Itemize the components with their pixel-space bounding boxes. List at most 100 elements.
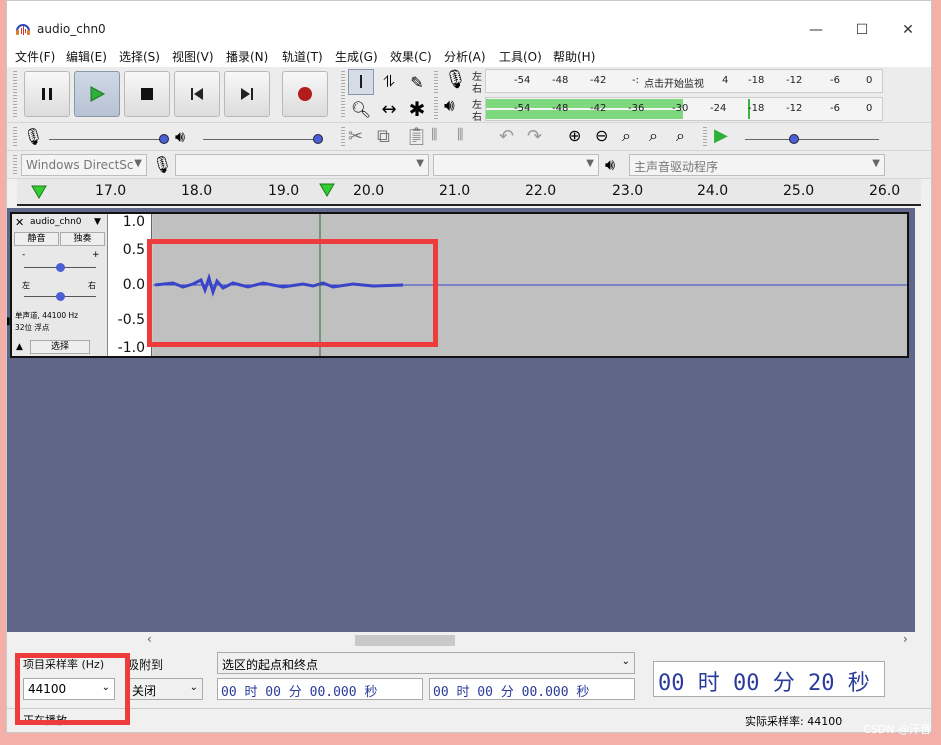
menu-select[interactable]: 选择(S): [119, 48, 160, 65]
paste-icon[interactable]: 📋︎: [405, 126, 428, 147]
start-monitoring-link[interactable]: 点击开始监视: [644, 75, 704, 90]
zoom-in-icon[interactable]: ⊕: [568, 126, 581, 145]
menu-analyze[interactable]: 分析(A): [444, 48, 486, 65]
play-speed-slider[interactable]: [745, 134, 879, 144]
gain-slider[interactable]: [24, 263, 96, 272]
selection-mode-select[interactable]: 选区的起点和终点 ⌄: [217, 652, 635, 674]
skip-start-button[interactable]: [174, 71, 220, 117]
scroll-left-icon[interactable]: ‹: [147, 632, 152, 646]
stop-button[interactable]: [124, 71, 170, 117]
envelope-tool[interactable]: ⥮: [376, 69, 402, 95]
audio-host-select[interactable]: Windows DirectSc ▼: [21, 154, 147, 176]
toolbar-grip[interactable]: [13, 71, 17, 119]
speaker-icon[interactable]: 🔊︎: [444, 96, 455, 116]
play-button[interactable]: [74, 71, 120, 117]
zoom-out-icon[interactable]: ⊖: [595, 126, 608, 145]
gain-thumb[interactable]: [56, 263, 65, 272]
redo-icon[interactable]: ↷: [527, 126, 542, 147]
envelope-icon: ⥮: [383, 72, 395, 91]
mixer-grip[interactable]: [13, 127, 17, 147]
record-volume-thumb[interactable]: [159, 134, 169, 144]
menu-transport[interactable]: 播录(N): [226, 48, 268, 65]
record-button[interactable]: [282, 71, 328, 117]
audio-position-time[interactable]: 00 时 00 分 20 秒: [653, 661, 885, 697]
mute-button[interactable]: 静音: [14, 232, 59, 246]
playback-volume-thumb[interactable]: [313, 134, 323, 144]
play-speed-thumb[interactable]: [789, 134, 799, 144]
time-shift-tool[interactable]: ↔: [376, 96, 402, 122]
track-area[interactable]: ✕ audio_chn0 ▼ 静音 独奏 - + 左 右 单声道, 44100 …: [7, 208, 915, 632]
play-speed-grip[interactable]: [703, 127, 707, 147]
rec-tick: -54: [514, 75, 531, 86]
draw-tool[interactable]: ✎: [404, 69, 430, 95]
menu-file[interactable]: 文件(F): [15, 48, 55, 65]
copy-icon[interactable]: ⧉: [377, 126, 390, 147]
snap-to-select[interactable]: 关闭 ⌄: [127, 678, 203, 700]
timeline-ruler[interactable]: 17.0 18.0 19.0 20.0 21.0 22.0 23.0 24.0 …: [17, 179, 921, 206]
scroll-right-icon[interactable]: ›: [903, 632, 908, 646]
play-region-start-icon[interactable]: [31, 185, 47, 199]
playback-meter[interactable]: -54 -48 -42 -36 -30 -24 -18 -12 -6 0: [485, 97, 883, 121]
menu-effect[interactable]: 效果(C): [390, 48, 432, 65]
amplitude-label: 0.5: [122, 242, 145, 258]
menu-generate[interactable]: 生成(G): [335, 48, 378, 65]
play-meter-grip[interactable]: [434, 97, 438, 119]
device-grip[interactable]: [13, 155, 17, 175]
menu-view[interactable]: 视图(V): [172, 48, 214, 65]
solo-button[interactable]: 独奏: [60, 232, 105, 246]
title-bar: audio_chn0 — ☐ ✕: [7, 1, 931, 45]
gain-minus-label: -: [22, 250, 26, 260]
recording-meter[interactable]: -54 -48 -42 -: 点击开始监视 4 -18 -12 -6 0: [485, 69, 883, 93]
fit-selection-icon[interactable]: ⌕: [622, 126, 631, 146]
pan-slider[interactable]: [24, 292, 96, 301]
zoom-toggle-icon[interactable]: ⌕: [676, 126, 685, 146]
fit-project-icon[interactable]: ⌕: [649, 126, 658, 146]
magnifier-icon: 🔍︎: [350, 99, 372, 119]
tools-grip[interactable]: [341, 71, 345, 119]
selection-start-time[interactable]: 00 时 00 分 00.000 秒: [217, 678, 423, 700]
play-at-speed-icon[interactable]: ▶: [714, 125, 728, 146]
minimize-button[interactable]: —: [793, 17, 839, 43]
select-track-button[interactable]: 选择: [30, 340, 90, 354]
multi-tool[interactable]: ✱: [404, 96, 430, 122]
menu-tracks[interactable]: 轨道(T): [282, 48, 323, 65]
close-track-icon[interactable]: ✕: [15, 216, 24, 229]
close-button[interactable]: ✕: [885, 17, 931, 43]
recording-channels-select[interactable]: ▼: [433, 154, 599, 176]
horizontal-scrollbar[interactable]: ‹ ›: [7, 632, 915, 648]
undo-icon[interactable]: ↶: [499, 126, 514, 147]
ruler-label: 18.0: [181, 183, 213, 199]
silence-icon[interactable]: ⫼: [457, 127, 463, 143]
edit-grip[interactable]: [341, 127, 345, 147]
menu-tools[interactable]: 工具(O): [499, 48, 542, 65]
menu-help[interactable]: 帮助(H): [553, 48, 595, 65]
rec-meter-grip[interactable]: [434, 71, 438, 93]
vertical-scrollbar[interactable]: [915, 208, 931, 632]
playback-volume-slider[interactable]: [203, 134, 323, 144]
play-tick: -48: [552, 103, 569, 114]
collapse-icon[interactable]: ▲: [16, 342, 23, 352]
play-icon: [90, 86, 106, 102]
trim-icon[interactable]: ⫼: [431, 127, 437, 143]
audio-track[interactable]: ✕ audio_chn0 ▼ 静音 独奏 - + 左 右 单声道, 44100 …: [10, 212, 909, 358]
horizontal-scroll-thumb[interactable]: [355, 635, 455, 646]
selection-end-time[interactable]: 00 时 00 分 00.000 秒: [429, 678, 635, 700]
menu-edit[interactable]: 编辑(E): [66, 48, 107, 65]
record-volume-slider[interactable]: [49, 134, 169, 144]
menu-bar: 文件(F) 编辑(E) 选择(S) 视图(V) 播录(N) 轨道(T) 生成(G…: [7, 45, 931, 67]
mic-volume-icon: 🎙︎: [23, 127, 44, 146]
track-menu-icon[interactable]: ▼: [94, 217, 101, 227]
microphone-icon[interactable]: 🎙︎: [444, 69, 467, 90]
pan-thumb[interactable]: [56, 292, 65, 301]
track-name[interactable]: audio_chn0: [30, 217, 82, 227]
recording-device-select[interactable]: ▼: [175, 154, 429, 176]
selection-tool[interactable]: I: [348, 69, 374, 95]
playback-device-select[interactable]: 主声音驱动程序 ▼: [629, 154, 885, 176]
pause-button[interactable]: [24, 71, 70, 117]
resize-handle-icon[interactable]: ▮: [7, 316, 11, 327]
skip-end-button[interactable]: [224, 71, 270, 117]
cut-icon[interactable]: ✂: [348, 126, 363, 147]
maximize-button[interactable]: ☐: [839, 17, 885, 43]
zoom-tool[interactable]: 🔍︎: [348, 96, 374, 122]
playhead-marker-icon[interactable]: [319, 183, 335, 197]
